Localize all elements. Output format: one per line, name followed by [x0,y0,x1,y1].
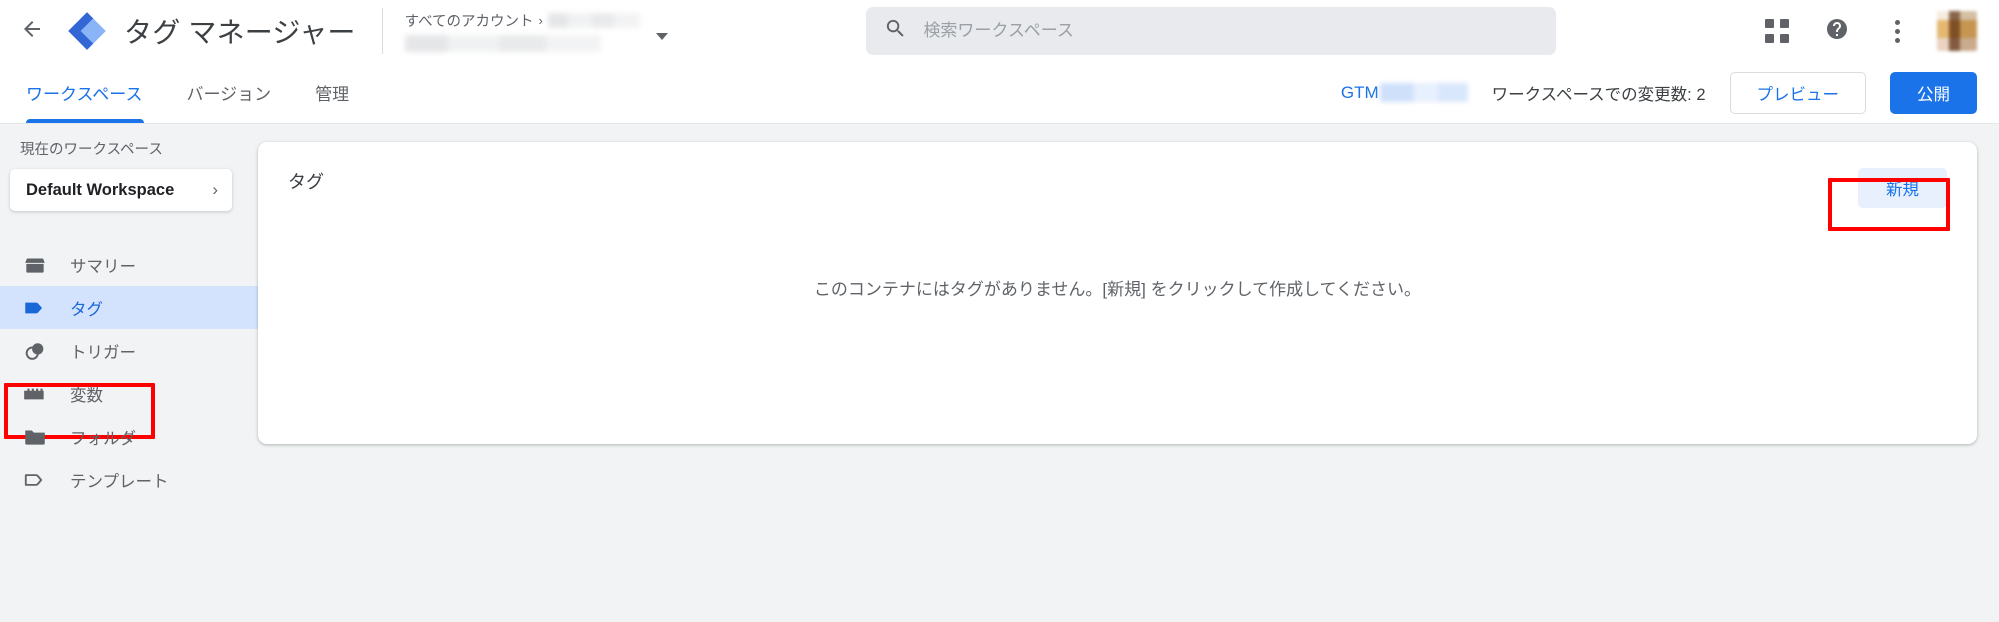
account-breadcrumb: すべてのアカウント › [405,10,640,31]
tags-card-header: タグ 新規 [258,142,1977,208]
tag-icon [22,295,48,321]
back-button[interactable] [10,9,54,53]
account-picker-labels: すべてのアカウント › [404,10,640,52]
breadcrumb-chevron-icon: › [538,13,543,28]
search-area [668,7,1755,55]
more-options-button[interactable] [1875,9,1919,53]
primary-tab-bar: ワークスペース バージョン 管理 GTM ワークスペースでの変更数: 2 プレビ… [0,62,1999,124]
arrow-back-icon [20,17,44,46]
workspace-changes-count: ワークスペースでの変更数: 2 [1491,85,1706,104]
page-body: 現在のワークスペース Default Workspace › サマリー タグ ト… [0,124,1999,622]
tab-workspace-label: ワークスペース [26,85,143,104]
tab-list: ワークスペース バージョン 管理 [0,62,371,123]
header-actions [1755,9,1977,53]
tab-admin-label: 管理 [315,85,350,104]
tab-versions-label: バージョン [186,85,272,104]
chevron-down-icon [655,32,668,40]
sidebar-item-trigger-label: トリガー [70,343,136,362]
help-circle-icon [1825,17,1849,46]
sidebar-item-summary-label: サマリー [70,257,136,276]
sidebar-item-summary[interactable]: サマリー [0,243,258,286]
tab-bar-actions: GTM ワークスペースでの変更数: 2 プレビュー 公開 [1341,71,1977,114]
template-tag-icon [22,467,48,493]
sidebar-item-trigger[interactable]: トリガー [0,329,258,372]
more-vert-icon [1894,19,1900,43]
tag-manager-logo [66,10,108,52]
container-id-link[interactable]: GTM [1341,83,1468,103]
sidebar-item-template[interactable]: テンプレート [0,458,258,501]
sidebar-item-variable[interactable]: 変数 [0,372,258,415]
new-tag-button[interactable]: 新規 [1858,168,1947,208]
help-button[interactable] [1815,9,1859,53]
tags-card: タグ 新規 このコンテナにはタグがありません。[新規] をクリックして作成してく… [258,142,1977,444]
trigger-circles-icon [22,338,48,364]
google-apps-button[interactable] [1755,9,1799,53]
sidebar-item-tag[interactable]: タグ [0,286,290,329]
preview-button[interactable]: プレビュー [1729,71,1866,114]
header-divider [381,8,383,54]
current-workspace-label: 現在のワークスペース [20,142,163,158]
workspace-selector[interactable]: Default Workspace › [10,169,232,211]
search-box[interactable] [866,7,1557,55]
sidebar-item-template-label: テンプレート [70,472,169,491]
tab-admin[interactable]: 管理 [293,62,371,123]
account-name-redacted [547,13,640,28]
sidebar-item-tag-label: タグ [70,300,103,319]
workspace-name: Default Workspace [26,180,175,199]
sidebar-item-variable-label: 変数 [70,386,103,405]
apps-grid-icon [1765,19,1789,43]
sidebar-item-folder[interactable]: フォルダ [0,415,258,458]
app-header: タグ マネージャー すべてのアカウント › [0,0,1999,62]
brand-home-link[interactable]: タグ マネージャー [66,10,356,52]
tags-empty-state-message: このコンテナにはタグがありません。[新規] をクリックして作成してください。 [813,280,1422,299]
container-id-prefix: GTM [1340,82,1379,102]
sidebar-nav: サマリー タグ トリガー 変数 フォルダ テンプレート [0,243,290,501]
container-name-redacted [404,35,601,52]
variable-blocks-icon [22,381,48,407]
all-accounts-label: すべてのアカウント [404,14,534,30]
tab-workspace[interactable]: ワークスペース [0,62,164,123]
container-box-icon [22,252,48,278]
search-icon [884,17,907,45]
publish-button[interactable]: 公開 [1890,71,1977,114]
sidebar: 現在のワークスペース Default Workspace › サマリー タグ ト… [0,124,290,622]
sidebar-item-folder-label: フォルダ [70,429,136,448]
account-container-picker[interactable]: すべてのアカウント › [404,10,668,52]
container-id-redacted [1379,83,1468,102]
search-input[interactable] [923,21,1539,41]
tags-card-title: タグ [288,172,324,192]
main-content: タグ 新規 このコンテナにはタグがありません。[新規] をクリックして作成してく… [258,124,1999,622]
folder-icon [22,424,48,450]
chevron-right-icon: › [212,180,218,199]
product-title: タグ マネージャー [124,17,356,48]
tab-versions[interactable]: バージョン [164,62,293,123]
avatar[interactable] [1937,11,1977,51]
